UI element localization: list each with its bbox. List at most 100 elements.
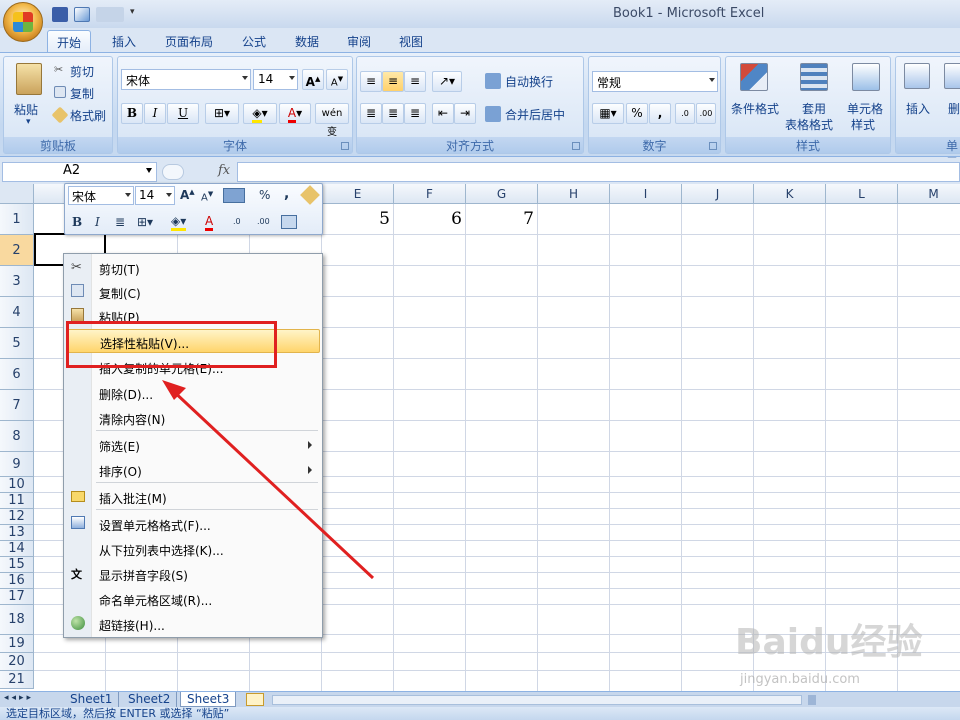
- row-header[interactable]: 4: [0, 297, 34, 328]
- mini-increase-decimal-icon[interactable]: .0: [233, 217, 241, 226]
- column-header-K[interactable]: K: [754, 184, 826, 204]
- menu-item-clear-contents[interactable]: 清除内容(N): [66, 406, 320, 430]
- align-top-button[interactable]: ≡: [360, 71, 382, 92]
- bold-button[interactable]: B: [121, 103, 143, 124]
- menu-item-cut[interactable]: ✂ 剪切(T): [66, 256, 320, 280]
- grow-font-button[interactable]: A▲: [302, 69, 324, 90]
- horizontal-scrollbar[interactable]: [272, 695, 802, 705]
- sheet-tab-3[interactable]: Sheet3: [180, 692, 237, 707]
- column-header-H[interactable]: H: [538, 184, 610, 204]
- conditional-format-button[interactable]: 条件格式: [731, 100, 779, 117]
- tab-home[interactable]: 开始: [47, 30, 92, 52]
- italic-button[interactable]: I: [144, 103, 166, 124]
- tab-view[interactable]: 视图: [390, 30, 432, 52]
- insert-function-button[interactable]: fx: [218, 163, 230, 178]
- menu-item-format-cells[interactable]: 设置单元格格式(F)...: [66, 512, 320, 536]
- paste-label[interactable]: 粘贴: [14, 101, 38, 118]
- insert-sheet-icon[interactable]: [246, 693, 264, 706]
- menu-item-hyperlink[interactable]: 超链接(H)...: [66, 612, 320, 636]
- format-painter-button[interactable]: 格式刷: [70, 107, 106, 124]
- row-header[interactable]: 14: [0, 541, 34, 557]
- column-header-F[interactable]: F: [394, 184, 466, 204]
- sheet-tab-2[interactable]: Sheet2: [122, 692, 178, 707]
- menu-item-copy[interactable]: 复制(C): [66, 280, 320, 304]
- orientation-button[interactable]: ↗▾: [432, 71, 462, 92]
- font-color-button[interactable]: A▾: [279, 103, 311, 124]
- align-center-button[interactable]: ≣: [382, 103, 404, 124]
- menu-item-insert-comment[interactable]: 插入批注(M): [66, 485, 320, 509]
- decrease-indent-button[interactable]: ⇤: [432, 103, 454, 124]
- row-header[interactable]: 5: [0, 328, 34, 359]
- cell-E1[interactable]: 5: [322, 209, 390, 229]
- format-table-label-1[interactable]: 套用: [802, 100, 826, 117]
- menu-item-define-name[interactable]: 命名单元格区域(R)...: [66, 587, 320, 611]
- mini-shrink-font-icon[interactable]: A▼: [201, 190, 213, 203]
- mini-grow-font-icon[interactable]: A▲: [180, 188, 195, 202]
- font-dialog-launcher[interactable]: [341, 142, 349, 150]
- wrap-text-button[interactable]: 自动换行: [505, 73, 553, 90]
- borders-button[interactable]: ⊞▾: [205, 103, 239, 124]
- merge-center-button[interactable]: 合并后居中: [505, 106, 565, 123]
- cell-G1[interactable]: 7: [466, 209, 534, 229]
- number-dialog-launcher[interactable]: [709, 142, 717, 150]
- row-header[interactable]: 13: [0, 525, 34, 541]
- row-header[interactable]: 17: [0, 589, 34, 605]
- align-right-button[interactable]: ≣: [404, 103, 426, 124]
- mini-merge-icon[interactable]: [281, 215, 297, 229]
- row-header[interactable]: 8: [0, 421, 34, 452]
- name-box[interactable]: A2: [2, 162, 157, 182]
- alignment-dialog-launcher[interactable]: [572, 142, 580, 150]
- align-middle-button[interactable]: ≡: [382, 71, 404, 92]
- mini-font-size-combo[interactable]: 14: [135, 186, 175, 205]
- column-header-J[interactable]: J: [682, 184, 754, 204]
- row-header[interactable]: 19: [0, 635, 34, 653]
- column-header-L[interactable]: L: [826, 184, 898, 204]
- underline-button[interactable]: U: [167, 103, 199, 124]
- redo-icon[interactable]: [96, 6, 124, 22]
- cell-styles-label-2[interactable]: 样式: [851, 116, 875, 133]
- column-header-M[interactable]: M: [898, 184, 960, 204]
- delete-cells-button[interactable]: 删: [948, 100, 960, 117]
- percent-button[interactable]: %: [626, 103, 648, 124]
- shrink-font-button[interactable]: A▼: [326, 69, 348, 90]
- menu-item-show-phonetic[interactable]: 文 显示拼音字段(S): [66, 562, 320, 586]
- menu-item-filter[interactable]: 筛选(E): [66, 433, 320, 457]
- mini-fill-bucket-icon[interactable]: ◈▾: [171, 214, 187, 231]
- fill-color-button[interactable]: ◈▾: [243, 103, 277, 124]
- font-name-combo[interactable]: 宋体: [121, 69, 251, 90]
- align-bottom-button[interactable]: ≡: [404, 71, 426, 92]
- align-left-button[interactable]: ≣: [360, 103, 382, 124]
- increase-decimal-button[interactable]: .0: [675, 103, 695, 124]
- mini-align-center-icon[interactable]: ≣: [115, 215, 125, 229]
- column-header-E[interactable]: E: [322, 184, 394, 204]
- row-header[interactable]: 20: [0, 653, 34, 671]
- paste-dropdown-icon[interactable]: ▾: [26, 117, 31, 127]
- mini-decrease-decimal-icon[interactable]: .00: [257, 217, 270, 226]
- row-header[interactable]: 6: [0, 359, 34, 390]
- row-header[interactable]: 15: [0, 557, 34, 573]
- format-table-label-2[interactable]: 表格格式: [785, 116, 833, 133]
- phonetic-button[interactable]: wén 变: [315, 103, 349, 138]
- row-header[interactable]: 9: [0, 452, 34, 477]
- mini-font-name-combo[interactable]: 宋体: [68, 186, 134, 205]
- mini-italic-button[interactable]: I: [95, 215, 100, 229]
- row-header[interactable]: 18: [0, 605, 34, 635]
- office-button[interactable]: [3, 2, 43, 42]
- row-header[interactable]: 11: [0, 493, 34, 509]
- column-header-I[interactable]: I: [610, 184, 682, 204]
- row-header[interactable]: 3: [0, 266, 34, 297]
- column-header-G[interactable]: G: [466, 184, 538, 204]
- menu-item-pick-from-list[interactable]: 从下拉列表中选择(K)...: [66, 537, 320, 561]
- sheet-nav-arrows-icon[interactable]: ◂◂▸▸: [4, 693, 34, 703]
- row-header[interactable]: 7: [0, 390, 34, 421]
- chevron-down-icon[interactable]: [146, 168, 152, 173]
- tab-review[interactable]: 审阅: [338, 30, 380, 52]
- formula-collapse-icon[interactable]: [162, 164, 184, 180]
- mini-format-painter-icon[interactable]: [300, 185, 320, 205]
- currency-button[interactable]: ▦▾: [592, 103, 624, 124]
- menu-item-sort[interactable]: 排序(O): [66, 458, 320, 482]
- tab-insert[interactable]: 插入: [103, 30, 145, 52]
- row-header[interactable]: 10: [0, 477, 34, 493]
- tab-formulas[interactable]: 公式: [233, 30, 275, 52]
- decrease-decimal-button[interactable]: .00: [696, 103, 716, 124]
